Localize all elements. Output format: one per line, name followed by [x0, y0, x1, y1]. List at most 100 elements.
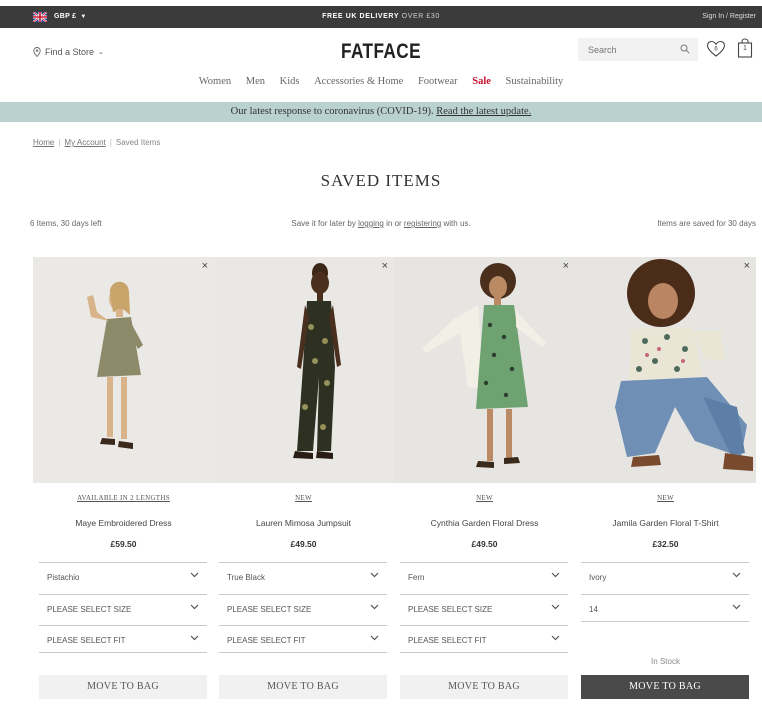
- chevron-down-icon: [732, 604, 741, 610]
- chevron-down-icon: [551, 635, 560, 641]
- main-nav: Women Men Kids Accessories & Home Footwe…: [0, 76, 762, 87]
- nav-sustainability[interactable]: Sustainability: [506, 76, 564, 87]
- breadcrumb-separator: |: [58, 138, 61, 147]
- wishlist-heart-icon[interactable]: 6: [706, 40, 726, 58]
- product-card: × AVAILABLE IN 2 LENGTHS Maye Embroidere…: [33, 257, 214, 699]
- colour-value: Pistachio: [47, 573, 80, 582]
- search-input[interactable]: Search: [578, 38, 698, 61]
- fit-select[interactable]: PLEASE SELECT FIT: [219, 625, 387, 653]
- svg-text:6: 6: [714, 47, 718, 53]
- product-price: £32.50: [652, 539, 679, 549]
- nav-women[interactable]: Women: [199, 76, 231, 87]
- promo-bold: FREE UK DELIVERY: [322, 13, 400, 20]
- breadcrumb-home[interactable]: Home: [33, 138, 54, 147]
- chevron-down-icon: [732, 572, 741, 578]
- product-price: £49.50: [290, 539, 317, 549]
- product-image[interactable]: ×: [394, 257, 575, 483]
- shopping-bag-icon[interactable]: 1: [737, 38, 753, 58]
- product-image[interactable]: ×: [213, 257, 394, 483]
- size-select[interactable]: PLEASE SELECT SIZE: [219, 594, 387, 622]
- product-price: £59.50: [110, 539, 137, 549]
- page-title: SAVED ITEMS: [320, 171, 442, 190]
- breadcrumb-separator: |: [109, 138, 112, 147]
- registering-link[interactable]: registering: [404, 219, 441, 228]
- move-to-bag-button[interactable]: MOVE TO BAG: [581, 675, 749, 699]
- nav-accessories-home[interactable]: Accessories & Home: [314, 76, 403, 87]
- product-badge: AVAILABLE IN 2 LENGTHS: [77, 494, 170, 502]
- size-value: PLEASE SELECT SIZE: [47, 605, 132, 614]
- colour-select[interactable]: Pistachio: [39, 562, 207, 590]
- product-image[interactable]: ×: [575, 257, 756, 483]
- product-name[interactable]: Cynthia Garden Floral Dress: [394, 518, 575, 528]
- covid-text: Our latest response to coronavirus (COVI…: [230, 106, 437, 117]
- chevron-down-icon: [190, 572, 199, 578]
- size-select[interactable]: PLEASE SELECT SIZE: [39, 594, 207, 622]
- save-for-later-message: Save it for later by logging in or regis…: [0, 219, 762, 228]
- nav-kids[interactable]: Kids: [280, 76, 300, 87]
- chevron-down-icon: [551, 572, 560, 578]
- product-name[interactable]: Lauren Mimosa Jumpsuit: [213, 518, 394, 528]
- size-value: PLEASE SELECT SIZE: [408, 605, 493, 614]
- search-icon[interactable]: [680, 44, 690, 54]
- product-price: £49.50: [471, 539, 498, 549]
- fit-select[interactable]: PLEASE SELECT FIT: [39, 625, 207, 653]
- product-badge: NEW: [476, 494, 493, 502]
- bag-count: 1: [743, 45, 747, 52]
- site-header: Find a Store ⌄ FATFACE Search 6 1: [0, 28, 762, 72]
- size-value: PLEASE SELECT SIZE: [227, 605, 312, 614]
- remove-item-close-icon[interactable]: ×: [563, 260, 569, 272]
- fit-value: PLEASE SELECT FIT: [408, 636, 487, 645]
- chevron-down-icon: [370, 572, 379, 578]
- breadcrumb-current: Saved Items: [115, 138, 161, 147]
- promo-rest: OVER £30: [399, 13, 440, 20]
- breadcrumb: Home | My Account | Saved Items: [33, 138, 160, 147]
- search-placeholder: Search: [588, 45, 617, 55]
- product-name[interactable]: Jamila Garden Floral T-Shirt: [575, 518, 756, 528]
- sign-in-link[interactable]: Sign In / Register: [702, 13, 756, 20]
- top-bar: GBP £ ▼ FREE UK DELIVERY OVER £30 Sign I…: [0, 6, 762, 28]
- colour-value: Fern: [408, 573, 425, 582]
- colour-value: True Black: [227, 573, 265, 582]
- product-image[interactable]: ×: [33, 257, 214, 483]
- breadcrumb-my-account[interactable]: My Account: [64, 138, 105, 147]
- remove-item-close-icon[interactable]: ×: [202, 260, 208, 272]
- covid-update-link[interactable]: Read the latest update.: [436, 106, 531, 117]
- product-badge: NEW: [295, 494, 312, 502]
- colour-select[interactable]: Fern: [400, 562, 568, 590]
- delivery-promo: FREE UK DELIVERY OVER £30: [0, 13, 762, 20]
- remove-item-close-icon[interactable]: ×: [382, 260, 388, 272]
- nav-men[interactable]: Men: [246, 76, 265, 87]
- chevron-down-icon: [190, 635, 199, 641]
- fit-select[interactable]: PLEASE SELECT FIT: [400, 625, 568, 653]
- size-select[interactable]: PLEASE SELECT SIZE: [400, 594, 568, 622]
- size-value: 14: [589, 605, 598, 614]
- product-name[interactable]: Maye Embroidered Dress: [33, 518, 214, 528]
- fit-value: PLEASE SELECT FIT: [227, 636, 306, 645]
- saved-duration-note: Items are saved for 30 days: [657, 219, 756, 228]
- save-prefix: Save it for later by: [291, 219, 359, 228]
- product-badge: NEW: [657, 494, 674, 502]
- product-card: × NEW Cynthia Garden Floral Dress £49.50…: [394, 257, 575, 699]
- move-to-bag-button[interactable]: MOVE TO BAG: [39, 675, 207, 699]
- chevron-down-icon: [370, 604, 379, 610]
- save-mid: in or: [383, 219, 404, 228]
- product-card: × NEW Jamila Garden Floral T-Shirt £32.5…: [575, 257, 756, 699]
- logging-in-link[interactable]: logging: [358, 219, 384, 228]
- size-select[interactable]: 14: [581, 594, 749, 622]
- colour-value: Ivory: [589, 573, 607, 582]
- chevron-down-icon: [190, 604, 199, 610]
- chevron-down-icon: [551, 604, 560, 610]
- colour-select[interactable]: Ivory: [581, 562, 749, 590]
- colour-select[interactable]: True Black: [219, 562, 387, 590]
- save-suffix: with us.: [441, 219, 471, 228]
- product-card: × NEW Lauren Mimosa Jumpsuit £49.50 True…: [213, 257, 394, 699]
- nav-sale[interactable]: Sale: [472, 76, 491, 87]
- move-to-bag-button[interactable]: MOVE TO BAG: [400, 675, 568, 699]
- move-to-bag-button[interactable]: MOVE TO BAG: [219, 675, 387, 699]
- nav-footwear[interactable]: Footwear: [418, 76, 458, 87]
- remove-item-close-icon[interactable]: ×: [744, 260, 750, 272]
- location-pin-icon: [33, 47, 41, 57]
- fit-value: PLEASE SELECT FIT: [47, 636, 126, 645]
- stock-status: In Stock: [651, 657, 680, 666]
- chevron-down-icon: [370, 635, 379, 641]
